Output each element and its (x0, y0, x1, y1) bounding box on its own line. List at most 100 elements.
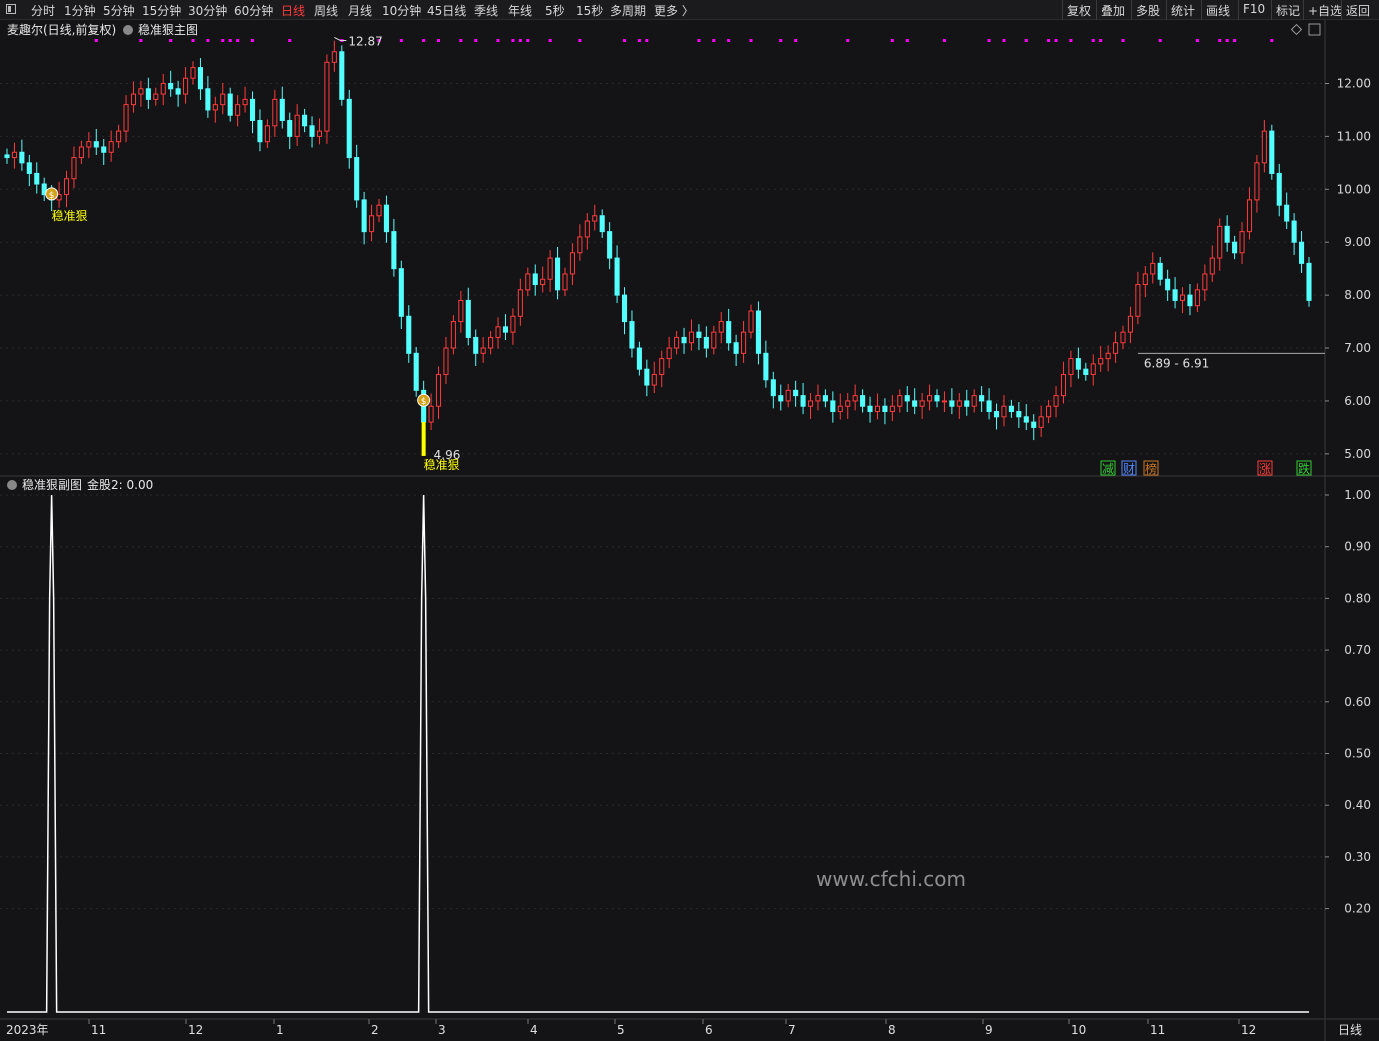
candle-body (607, 231, 613, 259)
period-tab-10[interactable]: 45日线 (427, 2, 466, 19)
candle-body (778, 395, 784, 402)
toolbar-button-7[interactable]: +自选 (1308, 2, 1342, 19)
candle-body (361, 199, 367, 233)
candle-body (555, 257, 561, 291)
candle-body (34, 172, 40, 185)
candle-body (1135, 284, 1141, 317)
candle-body (1083, 368, 1089, 375)
candle-body (1023, 416, 1029, 423)
period-tab-0[interactable]: 分时 (31, 2, 55, 19)
signal-dot (905, 39, 909, 42)
x-month-label-11: 10 (1071, 1023, 1086, 1037)
period-tab-13[interactable]: 5秒 (545, 2, 565, 19)
signal-dot (1047, 39, 1051, 42)
signal-dot (1195, 39, 1199, 42)
period-tab-3[interactable]: 15分钟 (142, 2, 181, 19)
toolbar-button-5[interactable]: F10 (1243, 2, 1265, 16)
signal-dot (846, 39, 850, 42)
candle-body (86, 141, 92, 148)
signal-label-2: 稳准狠 (424, 457, 460, 472)
sub-panel-value: 金股2: 0.00 (87, 477, 153, 492)
period-tab-5[interactable]: 60分钟 (234, 2, 273, 19)
candle-body (272, 98, 278, 127)
candle-body (63, 178, 70, 196)
period-tab-1[interactable]: 1分钟 (64, 2, 96, 19)
candle-body (770, 379, 776, 397)
chart-svg[interactable]: 12.00 11.00 10.00 9.00 8.00 7.00 6.00 5.00 1.00 0… (0, 20, 1379, 1041)
candle-body (1217, 225, 1223, 259)
toolbar-button-3[interactable]: 统计 (1171, 2, 1195, 19)
money-bag-glyph: $ (421, 397, 427, 407)
signal-dot (437, 39, 441, 42)
candle-body (249, 98, 256, 122)
signal-dot (623, 39, 627, 42)
signal-dot (1099, 39, 1103, 42)
toolbar-button-6[interactable]: 标记 (1276, 2, 1300, 19)
candle-body (197, 67, 203, 90)
candle-body (383, 204, 389, 233)
signal-dot (987, 39, 991, 42)
signal-dot (422, 39, 426, 42)
main-y-tick-4: 8.00 (1344, 288, 1371, 302)
sub-y-tick-1: 0.90 (1344, 540, 1371, 554)
candle-body (488, 336, 494, 349)
x-month-label-9: 8 (888, 1023, 896, 1037)
signal-dot (779, 39, 783, 42)
candle-body (160, 82, 166, 95)
candle-body (874, 405, 881, 413)
period-tab-9[interactable]: 10分钟 (382, 2, 421, 19)
signal-dot (727, 39, 731, 42)
signal-dot (474, 39, 478, 42)
candle-body (4, 154, 10, 159)
candle-body (443, 347, 449, 375)
candle-body (1276, 172, 1282, 206)
candle-body (1187, 294, 1193, 307)
candle-body (153, 93, 159, 100)
candle-body (130, 93, 137, 106)
candle-body (1269, 130, 1275, 174)
candle-body (183, 77, 189, 95)
candle-body (220, 93, 226, 106)
candle-body (1016, 411, 1022, 418)
signal-dot (749, 39, 753, 42)
candle-body (860, 395, 866, 407)
sub-y-tick-5: 0.50 (1344, 747, 1371, 761)
candle-body (1291, 220, 1297, 243)
candle-body (302, 114, 308, 127)
candle-body (450, 321, 456, 349)
period-tab-15[interactable]: 多周期 (610, 2, 646, 19)
period-tab-16[interactable]: 更多 〉 (654, 2, 694, 19)
period-tab-2[interactable]: 5分钟 (103, 2, 135, 19)
toolbar-button-1[interactable]: 叠加 (1101, 2, 1125, 19)
period-tab-11[interactable]: 季线 (474, 2, 498, 19)
period-tab-12[interactable]: 年线 (508, 2, 532, 19)
candle-body (1284, 204, 1290, 222)
x-month-label-1: 12 (188, 1023, 203, 1037)
toolbar-button-8[interactable]: 返回 (1346, 2, 1370, 19)
candle-body (1031, 421, 1037, 428)
toolbar-separator (1303, 0, 1304, 20)
candle-body (822, 395, 828, 402)
candle-body (562, 273, 568, 291)
signal-dot (1054, 39, 1058, 42)
event-badge-3: 涨 (1259, 461, 1271, 476)
period-tab-8[interactable]: 月线 (348, 2, 372, 19)
toolbar-button-2[interactable]: 多股 (1136, 2, 1160, 19)
period-tab-14[interactable]: 15秒 (576, 2, 603, 19)
candle-body (413, 352, 419, 391)
candle-body (257, 120, 263, 143)
panel-toggle-icon[interactable] (6, 4, 16, 14)
main-y-tick-0: 12.00 (1337, 76, 1371, 90)
sub-signal-line (7, 494, 1309, 1013)
candle-body (1172, 289, 1178, 301)
candle-body (807, 400, 814, 407)
candle-body (904, 395, 910, 402)
period-tab-7[interactable]: 周线 (314, 2, 338, 19)
toolbar-button-4[interactable]: 画线 (1206, 2, 1230, 19)
signal-dot (1002, 39, 1006, 42)
period-tab-6[interactable]: 日线 (281, 2, 305, 19)
candle-body (703, 336, 709, 349)
period-tab-4[interactable]: 30分钟 (188, 2, 227, 19)
toolbar-button-0[interactable]: 复权 (1067, 2, 1091, 19)
candle-body (651, 373, 657, 386)
